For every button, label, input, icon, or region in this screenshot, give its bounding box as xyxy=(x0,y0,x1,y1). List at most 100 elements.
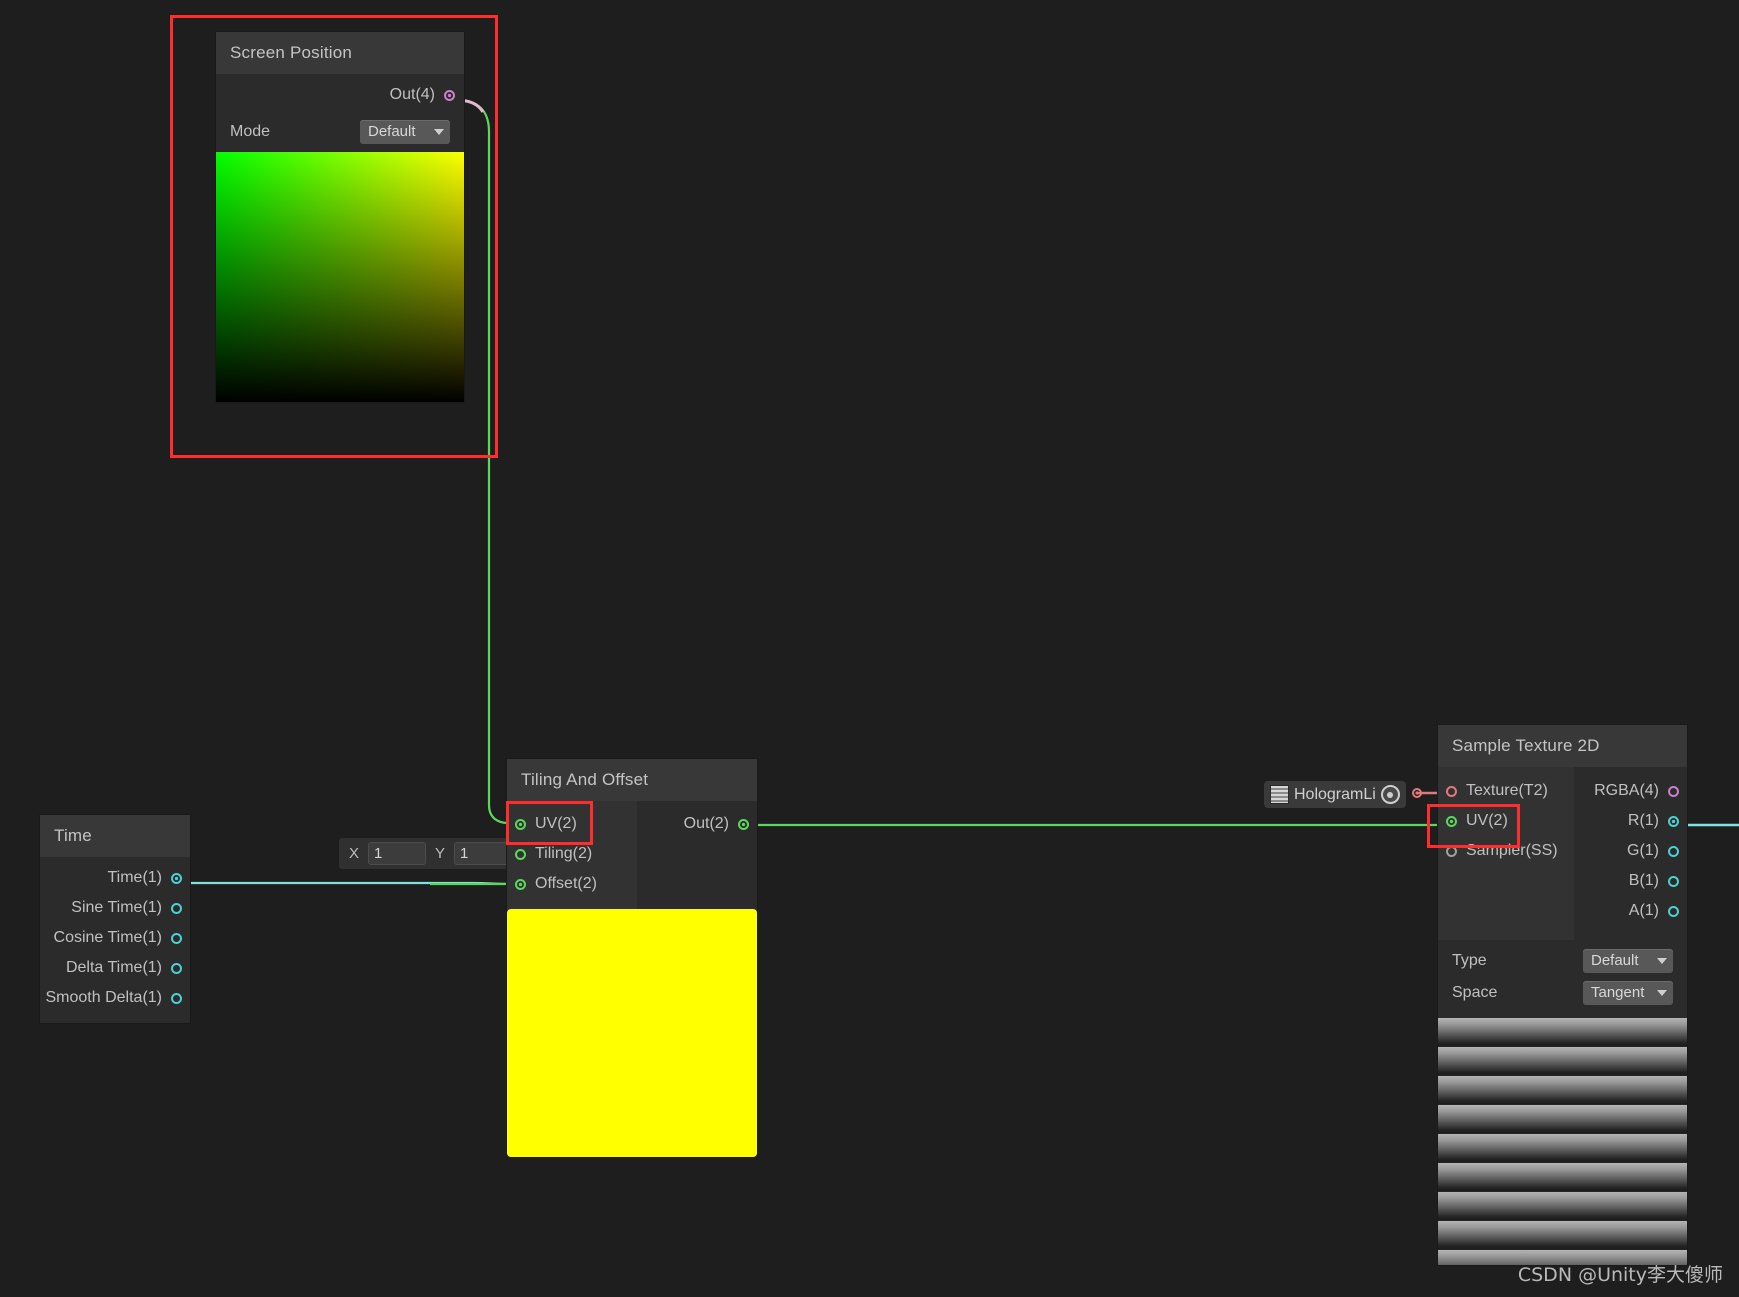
port-dot-texture-icon[interactable] xyxy=(1446,785,1457,797)
node-title-screen-position: Screen Position xyxy=(216,32,464,74)
port-dot-offset-icon[interactable] xyxy=(515,878,526,890)
port-dot-rgba-icon[interactable] xyxy=(1668,785,1679,797)
dropdown-space[interactable]: Tangent xyxy=(1583,981,1673,1005)
port-label-uv: UV(2) xyxy=(535,815,577,832)
port-time-sine-time[interactable]: Sine Time(1) xyxy=(40,893,190,923)
prop-row-space[interactable]: Space Tangent xyxy=(1438,977,1687,1009)
node-time[interactable]: Time Time(1) Sine Time(1) Cosine Time(1)… xyxy=(40,815,190,1023)
port-sample-a[interactable]: A(1) xyxy=(1574,896,1687,926)
sample-output-column: RGBA(4) R(1) G(1) B(1) A(1) xyxy=(1574,767,1687,940)
port-dot-r-icon[interactable] xyxy=(1668,815,1679,827)
port-dot-a-icon[interactable] xyxy=(1668,905,1679,917)
port-label-cosine-time: Cosine Time(1) xyxy=(53,929,162,946)
node-body-time: Time(1) Sine Time(1) Cosine Time(1) Delt… xyxy=(40,857,190,1023)
tiling-input-column: UV(2) Tiling(2) Offset(2) xyxy=(507,801,637,909)
expand-icon[interactable] xyxy=(1380,785,1400,804)
port-time-smooth-delta[interactable]: Smooth Delta(1) xyxy=(40,983,190,1013)
port-sample-sampler[interactable]: Sampler(SS) xyxy=(1438,836,1574,866)
port-tiling-offset[interactable]: Offset(2) xyxy=(507,869,637,899)
port-sample-rgba[interactable]: RGBA(4) xyxy=(1574,776,1687,806)
port-dot-out-icon[interactable] xyxy=(444,89,455,101)
node-tiling-and-offset[interactable]: Tiling And Offset UV(2) Tiling(2) Offset… xyxy=(507,759,757,1157)
dropdown-mode[interactable]: Default xyxy=(360,120,450,144)
port-label-delta-time: Delta Time(1) xyxy=(65,959,162,976)
prop-label-type: Type xyxy=(1452,952,1487,969)
vector2-x-input[interactable] xyxy=(368,842,427,865)
texture-property-output-dot-icon[interactable] xyxy=(1412,788,1422,798)
port-tiling-out[interactable]: Out(2) xyxy=(637,809,757,839)
port-dot-uv-icon[interactable] xyxy=(515,818,526,830)
texture-property-hologram[interactable]: HologramLi xyxy=(1264,781,1406,808)
texture-property-label: HologramLi xyxy=(1294,785,1376,803)
port-dot-sine-time-icon[interactable] xyxy=(171,902,182,914)
port-dot-out-icon[interactable] xyxy=(738,818,749,830)
port-label-tiling: Tiling(2) xyxy=(535,845,593,862)
port-label-texture: Texture(T2) xyxy=(1466,782,1548,799)
port-label-out: Out(4) xyxy=(389,86,435,103)
prop-label-space: Space xyxy=(1452,984,1498,1001)
port-label-time: Time(1) xyxy=(107,869,162,886)
node-title-time: Time xyxy=(40,815,190,857)
port-sample-uv[interactable]: UV(2) xyxy=(1438,806,1574,836)
port-dot-delta-time-icon[interactable] xyxy=(171,962,182,974)
chevron-down-icon xyxy=(1657,957,1667,964)
preview-tiling-and-offset xyxy=(507,909,757,1157)
port-dot-cosine-time-icon[interactable] xyxy=(171,932,182,944)
node-body-tiling-and-offset: UV(2) Tiling(2) Offset(2) Out(2) xyxy=(507,801,757,909)
port-label-sine-time: Sine Time(1) xyxy=(71,899,162,916)
port-tiling-uv[interactable]: UV(2) xyxy=(507,809,637,839)
port-time-time[interactable]: Time(1) xyxy=(40,863,190,893)
sample-properties: Type Default Space Tangent xyxy=(1438,940,1687,1018)
preview-screen-position xyxy=(216,152,464,402)
port-label-sampler: Sampler(SS) xyxy=(1466,842,1558,859)
tiling-output-column: Out(2) xyxy=(637,801,757,909)
port-label-a: A(1) xyxy=(1628,902,1659,919)
port-dot-smooth-delta-icon[interactable] xyxy=(171,992,182,1004)
node-title-tiling-and-offset: Tiling And Offset xyxy=(507,759,757,801)
port-label-smooth-delta: Smooth Delta(1) xyxy=(45,989,163,1006)
port-sample-b[interactable]: B(1) xyxy=(1574,866,1687,896)
port-dot-g-icon[interactable] xyxy=(1668,845,1679,857)
port-sample-texture[interactable]: Texture(T2) xyxy=(1438,776,1574,806)
vector2-y-label: Y xyxy=(435,845,446,862)
port-label-rgba: RGBA(4) xyxy=(1594,782,1659,799)
port-label-b: B(1) xyxy=(1628,872,1659,889)
port-tiling-tiling[interactable]: Tiling(2) xyxy=(507,839,637,869)
dropdown-space-value: Tangent xyxy=(1591,984,1645,1001)
port-sample-g[interactable]: G(1) xyxy=(1574,836,1687,866)
texture-stripes-icon xyxy=(1270,785,1289,804)
prop-row-type[interactable]: Type Default xyxy=(1438,945,1687,977)
node-sample-texture-2d[interactable]: Sample Texture 2D Texture(T2) UV(2) Samp… xyxy=(1438,725,1687,1265)
chevron-down-icon xyxy=(1657,989,1667,996)
vector2-y-input[interactable] xyxy=(454,842,513,865)
port-dot-sampler-icon[interactable] xyxy=(1446,845,1457,857)
port-label-r: R(1) xyxy=(1627,812,1659,829)
port-dot-uv-icon[interactable] xyxy=(1446,815,1457,827)
node-screen-position[interactable]: Screen Position Out(4) Mode Default xyxy=(216,32,464,402)
sample-input-column: Texture(T2) UV(2) Sampler(SS) xyxy=(1438,767,1574,940)
vector2-x-label: X xyxy=(349,845,360,862)
prop-row-mode[interactable]: Mode Default xyxy=(216,116,464,152)
node-title-sample-texture-2d: Sample Texture 2D xyxy=(1438,725,1687,767)
port-dot-time-icon[interactable] xyxy=(171,872,182,884)
port-sample-r[interactable]: R(1) xyxy=(1574,806,1687,836)
port-time-delta-time[interactable]: Delta Time(1) xyxy=(40,953,190,983)
node-body-screen-position: Out(4) Mode Default xyxy=(216,74,464,402)
watermark: CSDN @Unity李大傻师 xyxy=(1517,1264,1723,1286)
graph-canvas[interactable]: Screen Position Out(4) Mode Default Time… xyxy=(0,0,1739,1297)
dropdown-type[interactable]: Default xyxy=(1583,949,1673,973)
node-body-sample-texture-2d: Texture(T2) UV(2) Sampler(SS) RGBA(4) R(… xyxy=(1438,767,1687,940)
port-label-out: Out(2) xyxy=(683,815,729,832)
port-label-g: G(1) xyxy=(1627,842,1659,859)
prop-label-mode: Mode xyxy=(230,123,271,140)
port-time-cosine-time[interactable]: Cosine Time(1) xyxy=(40,923,190,953)
chevron-down-icon xyxy=(434,128,444,135)
port-label-uv: UV(2) xyxy=(1466,812,1508,829)
port-label-offset: Offset(2) xyxy=(535,875,597,892)
dropdown-mode-value: Default xyxy=(368,123,416,140)
preview-sample-texture-2d xyxy=(1438,1018,1687,1265)
dropdown-type-value: Default xyxy=(1591,952,1639,969)
port-dot-b-icon[interactable] xyxy=(1668,875,1679,887)
port-screen-position-out[interactable]: Out(4) xyxy=(216,74,464,116)
port-dot-tiling-icon[interactable] xyxy=(515,848,526,860)
